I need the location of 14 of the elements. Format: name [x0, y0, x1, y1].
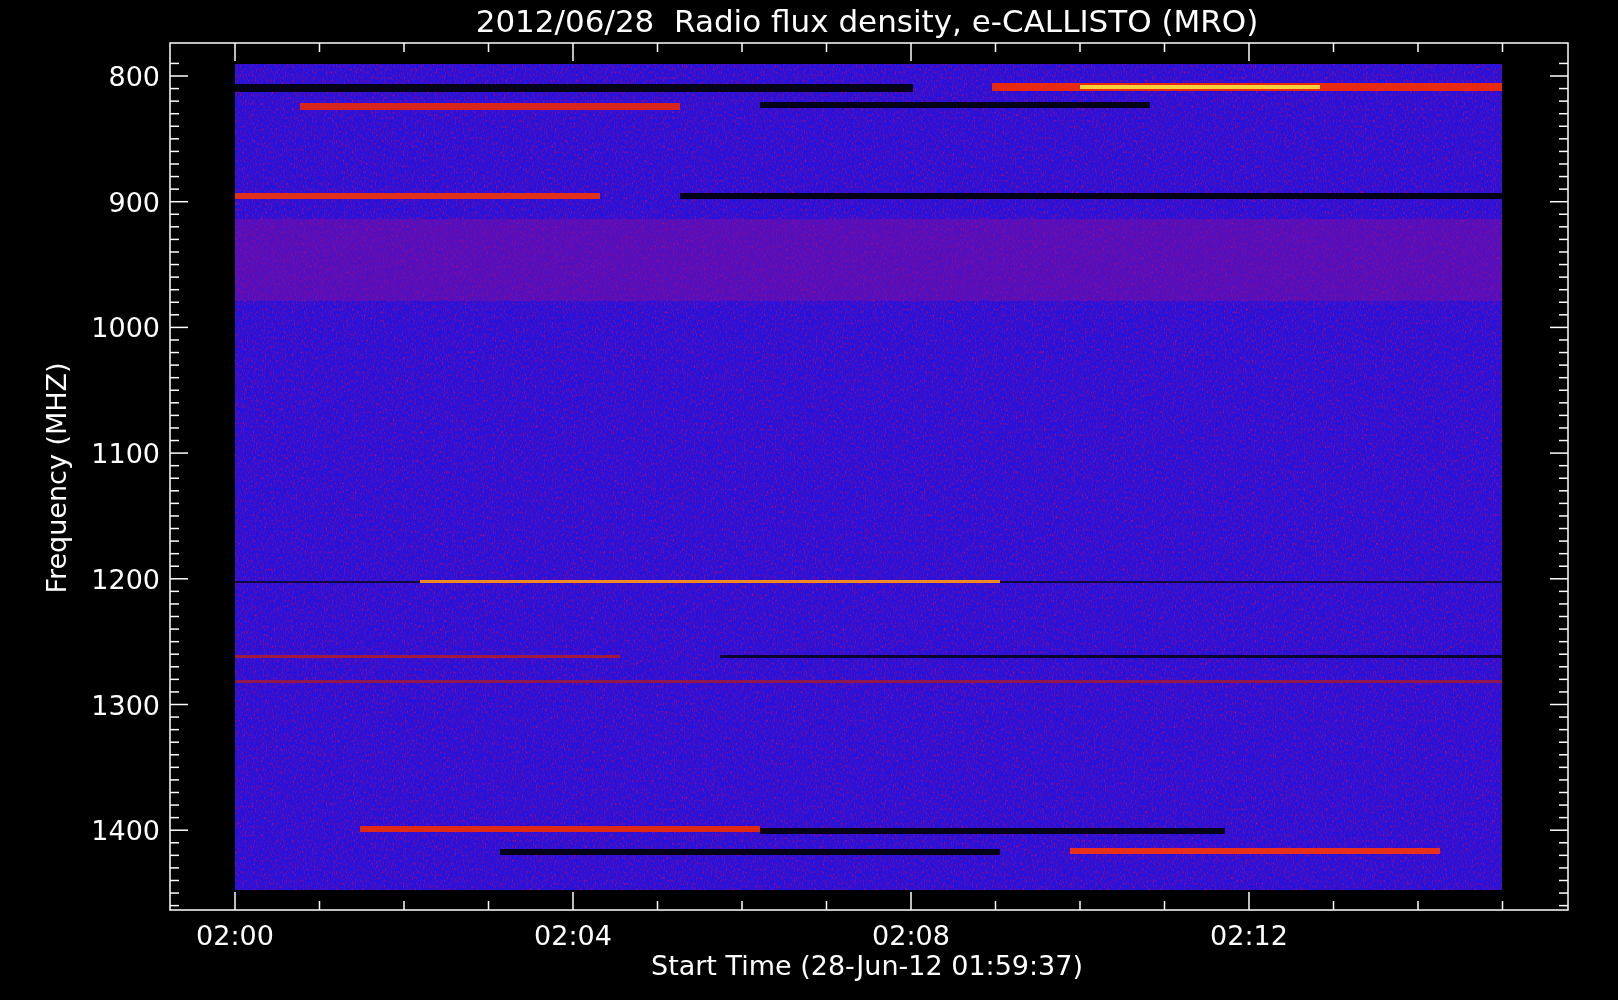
axis-tick-label: 02:04 — [534, 920, 612, 951]
axis-title: Frequency (MHZ) — [41, 362, 72, 594]
axis-tick-label: 02:12 — [1210, 920, 1288, 951]
chart-title: 2012/06/28 Radio flux density, e-CALLISTO (MRO) — [475, 3, 1259, 39]
axis-tick-label: 1200 — [91, 563, 160, 595]
axis-tick-label: 02:08 — [872, 920, 950, 951]
axis-title: Start Time (28-Jun-12 01:59:37) — [651, 950, 1083, 981]
axis-tick-label: 800 — [108, 61, 160, 92]
axis-tick-label: 900 — [108, 186, 160, 218]
axis-tick-label: 1300 — [91, 689, 160, 721]
axis-tick-label: 1100 — [91, 438, 160, 470]
axis-tick-label: 1400 — [91, 815, 160, 847]
axis-tick-label: 1000 — [91, 312, 160, 344]
axis-tick-label: 02:00 — [196, 920, 274, 951]
